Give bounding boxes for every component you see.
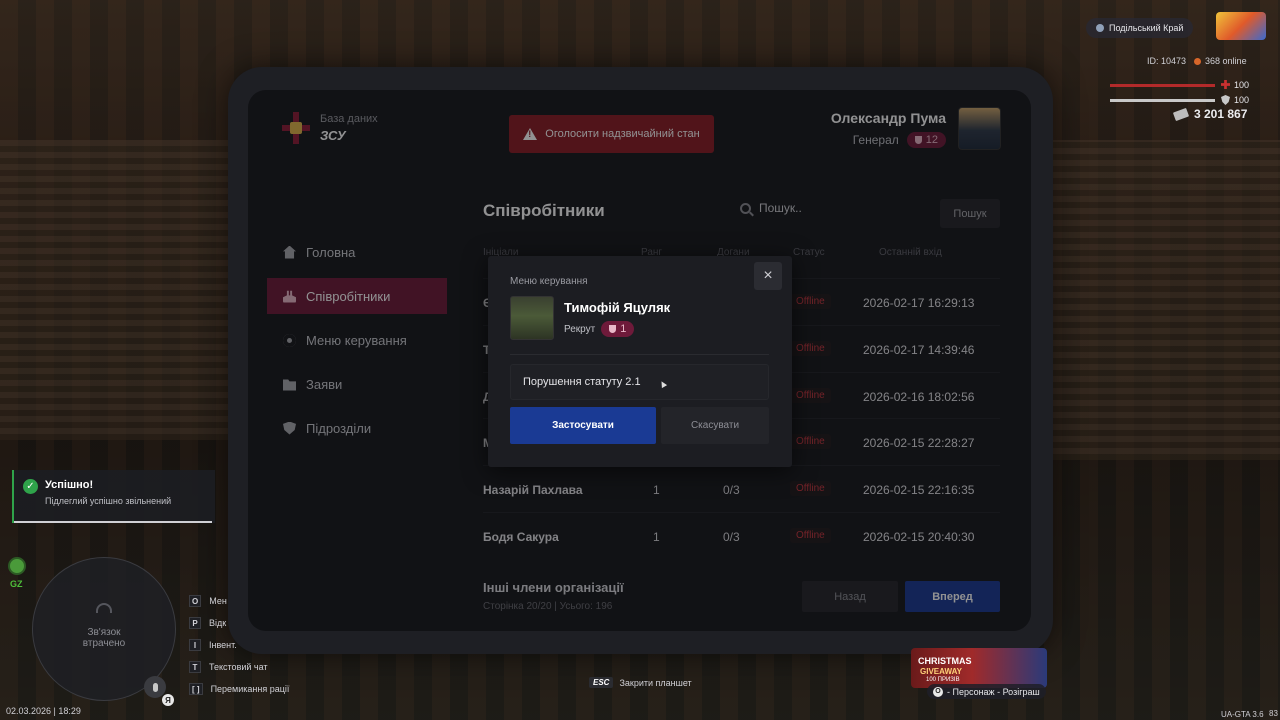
cancel-button[interactable]: Скасувати	[661, 407, 769, 444]
employee-level-badge: 1	[601, 321, 635, 337]
divider	[510, 354, 769, 355]
promo-key-cap: O	[933, 686, 943, 697]
key-label: Перемикання рації	[210, 684, 290, 694]
mic-key-hint: Я	[162, 694, 174, 706]
success-toast: ✓ Успішно! Підлеглий успішно звільнений	[12, 470, 215, 523]
player-id: ID: 10473	[1147, 56, 1187, 66]
gangzone-icon	[8, 557, 26, 575]
health-bar	[1110, 84, 1215, 87]
esc-key-cap: ESC	[589, 677, 614, 688]
fps-counter: 83	[1269, 709, 1278, 718]
date-time: 02.03.2026 | 18:29	[6, 706, 81, 716]
key-cap: T	[189, 661, 201, 673]
server-icon	[1096, 24, 1104, 32]
reason-input[interactable]: Порушення статуту 2.1	[510, 364, 769, 400]
keybind-row: I Інвент.	[189, 634, 289, 656]
promo-label: - Персонаж - Розіграш	[947, 686, 1040, 697]
promo-subtitle: GIVEAWAY	[920, 667, 962, 676]
microphone-icon	[152, 682, 158, 692]
armor-value: 100	[1234, 95, 1250, 105]
toast-progress	[14, 521, 212, 523]
shield-icon	[609, 325, 617, 333]
no-signal-icon	[96, 603, 112, 613]
key-label: Відк	[209, 618, 227, 628]
keybind-row: [ ] Перемикання рації	[189, 678, 289, 700]
key-label: Мен	[209, 596, 227, 606]
gangzone-label: GZ	[10, 579, 23, 589]
employee-rank-line: Рекрут 1	[564, 321, 635, 337]
key-cap: [ ]	[189, 683, 203, 695]
employee-level: 1	[620, 323, 627, 335]
money-icon	[1172, 107, 1190, 121]
player-info: ID: 10473 368 online	[1147, 56, 1247, 66]
key-label: Інвент.	[209, 640, 237, 650]
money-value: 3 201 867	[1194, 107, 1248, 121]
key-cap: I	[189, 639, 201, 651]
game-logo	[1216, 12, 1266, 40]
toast-title: Успішно!	[45, 479, 94, 491]
money-display: 3 201 867	[1172, 107, 1248, 121]
esc-label: Закрити планшет	[619, 677, 692, 688]
modal-title: Меню керування	[510, 276, 588, 287]
minimap-status: Зв'язок втрачено	[82, 627, 126, 649]
key-cap: O	[189, 595, 202, 607]
health-value: 100	[1234, 80, 1250, 90]
online-count: 368 online	[1205, 56, 1247, 66]
control-modal: Меню керування × Тимофій Яцуляк Рекрут 1…	[488, 256, 792, 467]
promo-caption: 100 ПРИЗІВ	[926, 677, 960, 683]
promo-title: CHRISTMAS	[918, 656, 972, 666]
close-icon[interactable]: ×	[754, 262, 782, 290]
keybind-row: P Відк	[189, 612, 289, 634]
employee-name: Тимофій Яцуляк	[564, 300, 671, 315]
key-label: Текстовий чат	[209, 662, 268, 672]
keybind-row: O Мен	[189, 590, 289, 612]
server-badge: Подільський Край	[1086, 18, 1194, 38]
armor-bar	[1110, 99, 1215, 102]
apply-button[interactable]: Застосувати	[510, 407, 656, 444]
employee-avatar	[510, 296, 554, 340]
close-tablet-hint: ESC Закрити планшет	[589, 677, 692, 688]
microphone-button[interactable]	[144, 676, 166, 698]
check-icon: ✓	[23, 479, 38, 494]
server-name: Подільський Край	[1109, 23, 1184, 33]
employee-rank: Рекрут	[564, 323, 596, 335]
toast-message: Підлеглий успішно звільнений	[45, 496, 172, 506]
online-icon	[1194, 57, 1202, 65]
key-cap: P	[189, 617, 201, 629]
version-label: UA-GTA 3.6	[1221, 710, 1264, 719]
keybind-row: T Текстовий чат	[189, 656, 289, 678]
promo-hint: O - Персонаж - Розіграш	[927, 684, 1046, 699]
keybind-hints: O Мен P Відк I Інвент. T Текстовий чат […	[189, 590, 289, 700]
